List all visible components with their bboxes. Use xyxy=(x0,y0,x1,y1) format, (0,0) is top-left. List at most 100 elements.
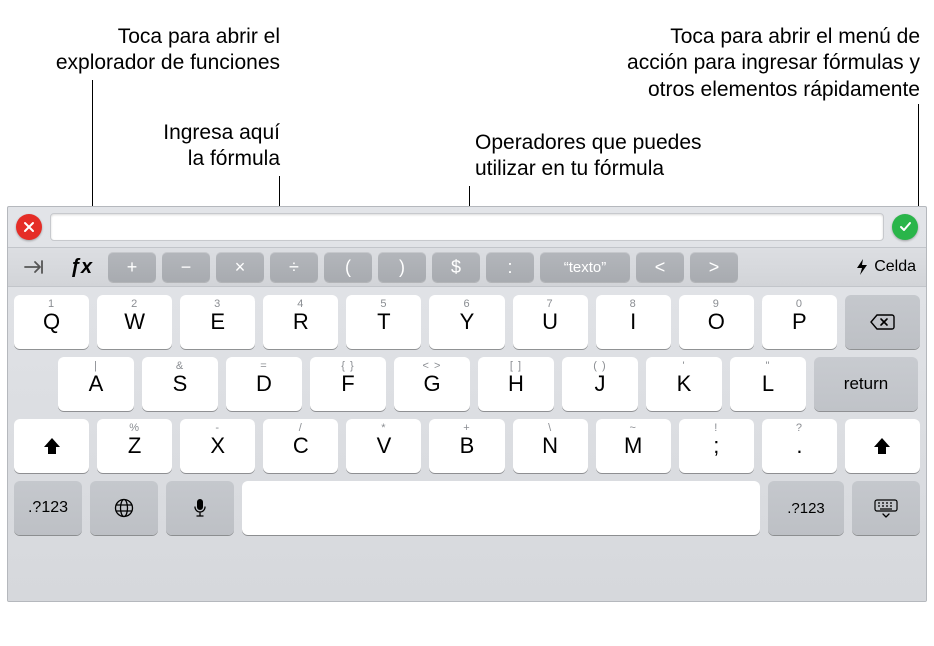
key-sub: 4 xyxy=(263,298,338,310)
keyboard: ƒx + − × ÷ ( ) $ : “texto” < > Celda 1 Q… xyxy=(7,206,927,602)
op-lt[interactable]: < xyxy=(636,252,684,282)
key-f[interactable]: { } F xyxy=(310,357,386,411)
key-p[interactable]: 0 P xyxy=(762,295,837,349)
key-main: T xyxy=(377,309,390,335)
key-main: W xyxy=(124,309,145,335)
key-main: L xyxy=(762,371,774,397)
functions-browser-button[interactable]: ƒx xyxy=(60,252,102,282)
key-.[interactable]: ? . xyxy=(762,419,837,473)
delete-key[interactable] xyxy=(845,295,920,349)
globe-key[interactable] xyxy=(90,481,158,535)
key-sub: ! xyxy=(679,422,754,434)
key-t[interactable]: 5 T xyxy=(346,295,421,349)
numbers-key-left[interactable]: .?123 xyxy=(14,481,82,535)
op-gt[interactable]: > xyxy=(690,252,738,282)
key-j[interactable]: ( ) J xyxy=(562,357,638,411)
key-main: F xyxy=(341,371,354,397)
op-colon[interactable]: : xyxy=(486,252,534,282)
key-sub: 6 xyxy=(429,298,504,310)
key-a[interactable]: | A xyxy=(58,357,134,411)
return-key[interactable]: return xyxy=(814,357,918,411)
op-dollar[interactable]: $ xyxy=(432,252,480,282)
key-u[interactable]: 7 U xyxy=(513,295,588,349)
key-sub: * xyxy=(346,422,421,434)
key-main: X xyxy=(210,433,225,459)
key-k[interactable]: ' K xyxy=(646,357,722,411)
key-v[interactable]: * V xyxy=(346,419,421,473)
callout-formula-line1: Ingresa aquí xyxy=(163,120,280,146)
keyboard-hide-icon xyxy=(873,498,899,518)
backspace-icon xyxy=(869,313,895,331)
key-main: M xyxy=(624,433,642,459)
key-m[interactable]: ~ M xyxy=(596,419,671,473)
key-main: V xyxy=(377,433,392,459)
key-main: G xyxy=(423,371,440,397)
callout-ops-line2: utilizar en tu fórmula xyxy=(475,156,702,182)
op-divide[interactable]: ÷ xyxy=(270,252,318,282)
key-h[interactable]: [ ] H xyxy=(478,357,554,411)
key-y[interactable]: 6 Y xyxy=(429,295,504,349)
op-minus[interactable]: − xyxy=(162,252,210,282)
formula-input[interactable] xyxy=(50,213,884,241)
hide-keyboard-key[interactable] xyxy=(852,481,920,535)
key-sub: 7 xyxy=(513,298,588,310)
key-main: O xyxy=(708,309,725,335)
key-main: B xyxy=(460,433,475,459)
confirm-button[interactable] xyxy=(892,214,918,240)
space-key[interactable] xyxy=(242,481,760,535)
key-main: Q xyxy=(43,309,60,335)
key-i[interactable]: 8 I xyxy=(596,295,671,349)
key-main: H xyxy=(508,371,524,397)
key-sub: - xyxy=(180,422,255,434)
key-main: R xyxy=(293,309,309,335)
op-lparen[interactable]: ( xyxy=(324,252,372,282)
key-main: . xyxy=(796,433,802,459)
key-g[interactable]: < > G xyxy=(394,357,470,411)
key-sub: + xyxy=(429,422,504,434)
cancel-button[interactable] xyxy=(16,214,42,240)
key-sub: ( ) xyxy=(562,360,638,372)
shift-key-left[interactable] xyxy=(14,419,89,473)
key-b[interactable]: + B xyxy=(429,419,504,473)
callout-cell-line3: otros elementos rápidamente xyxy=(627,77,920,103)
key-o[interactable]: 9 O xyxy=(679,295,754,349)
key-sub: = xyxy=(226,360,302,372)
shift-key-right[interactable] xyxy=(845,419,920,473)
key-c[interactable]: / C xyxy=(263,419,338,473)
op-times[interactable]: × xyxy=(216,252,264,282)
key-sub: " xyxy=(730,360,806,372)
key-row-4: .?123 .?123 xyxy=(14,481,920,535)
mic-icon xyxy=(192,497,208,519)
key-w[interactable]: 2 W xyxy=(97,295,172,349)
numbers-key-right[interactable]: .?123 xyxy=(768,481,844,535)
key-main: N xyxy=(542,433,558,459)
key-s[interactable]: & S xyxy=(142,357,218,411)
op-rparen[interactable]: ) xyxy=(378,252,426,282)
key-main: Z xyxy=(128,433,141,459)
key-l[interactable]: " L xyxy=(730,357,806,411)
op-text[interactable]: “texto” xyxy=(540,252,630,282)
key-sub: [ ] xyxy=(478,360,554,372)
key-sub: 5 xyxy=(346,298,421,310)
callout-ops-line1: Operadores que puedes xyxy=(475,130,702,156)
callout-cell-line1: Toca para abrir el menú de xyxy=(627,24,920,50)
key-main: D xyxy=(256,371,272,397)
callout-cell-line2: acción para ingresar fórmulas y xyxy=(627,50,920,76)
key-n[interactable]: \ N xyxy=(513,419,588,473)
key-;[interactable]: ! ; xyxy=(679,419,754,473)
key-q[interactable]: 1 Q xyxy=(14,295,89,349)
key-main: Y xyxy=(460,309,475,335)
key-row-2: | A & S = D { } F < > G [ ] H ( ) J ' K … xyxy=(14,357,920,411)
key-e[interactable]: 3 E xyxy=(180,295,255,349)
key-r[interactable]: 4 R xyxy=(263,295,338,349)
dictation-key[interactable] xyxy=(166,481,234,535)
key-x[interactable]: - X xyxy=(180,419,255,473)
op-plus[interactable]: + xyxy=(108,252,156,282)
key-d[interactable]: = D xyxy=(226,357,302,411)
tab-key-button[interactable] xyxy=(14,252,54,282)
key-z[interactable]: % Z xyxy=(97,419,172,473)
key-sub: < > xyxy=(394,360,470,372)
callout-fx-line2: explorador de funciones xyxy=(56,50,280,76)
cell-action-button[interactable]: Celda xyxy=(850,252,920,282)
lightning-icon xyxy=(854,258,870,276)
